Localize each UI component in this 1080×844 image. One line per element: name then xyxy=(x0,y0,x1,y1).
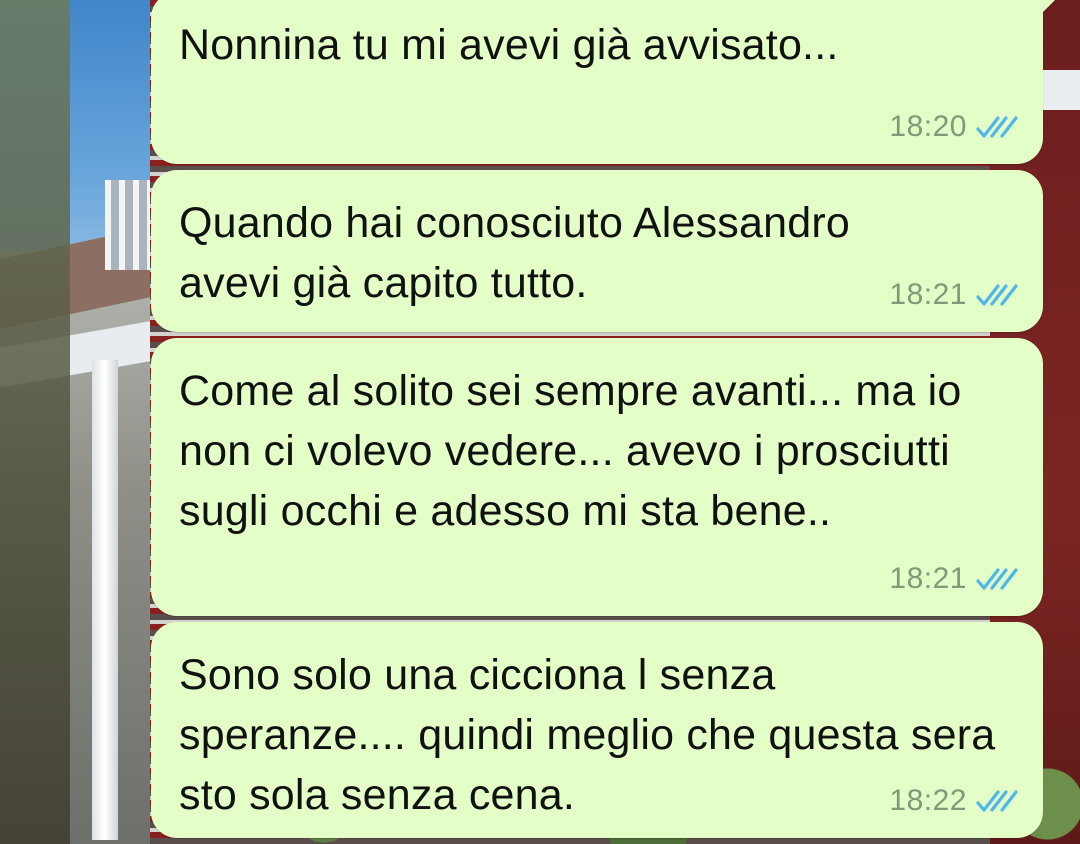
message-text: Sono solo una cicciona l senza speranze.… xyxy=(179,651,996,819)
double-check-read-icon xyxy=(976,284,1018,306)
message-meta: 18:20 xyxy=(889,110,1021,144)
message-time: 18:21 xyxy=(889,562,967,595)
double-check-read-icon xyxy=(976,790,1018,812)
double-check-read-icon xyxy=(976,568,1018,590)
outgoing-message[interactable]: Come al solito sei sempre avanti... ma i… xyxy=(151,338,1043,616)
message-text: Quando hai conosciuto Alessandro avevi g… xyxy=(179,199,850,307)
message-list[interactable]: Nonnina tu mi avevi già avvisato... 18:2… xyxy=(0,0,1080,844)
bubble-tail xyxy=(1041,0,1063,14)
message-meta: 18:21 xyxy=(889,562,1021,596)
outgoing-message[interactable]: Nonnina tu mi avevi già avvisato... 18:2… xyxy=(151,0,1063,164)
message-text: Nonnina tu mi avevi già avvisato... xyxy=(179,21,839,69)
outgoing-message[interactable]: Sono solo una cicciona l senza speranze.… xyxy=(151,622,1043,838)
message-text: Come al solito sei sempre avanti... ma i… xyxy=(179,367,962,535)
message-time: 18:21 xyxy=(889,278,967,311)
message-time: 18:20 xyxy=(889,110,967,143)
message-meta: 18:21 xyxy=(889,278,1021,312)
outgoing-message[interactable]: Quando hai conosciuto Alessandro avevi g… xyxy=(151,170,1043,332)
message-meta: 18:22 xyxy=(889,784,1021,818)
double-check-read-icon xyxy=(976,116,1018,138)
message-time: 18:22 xyxy=(889,784,967,817)
